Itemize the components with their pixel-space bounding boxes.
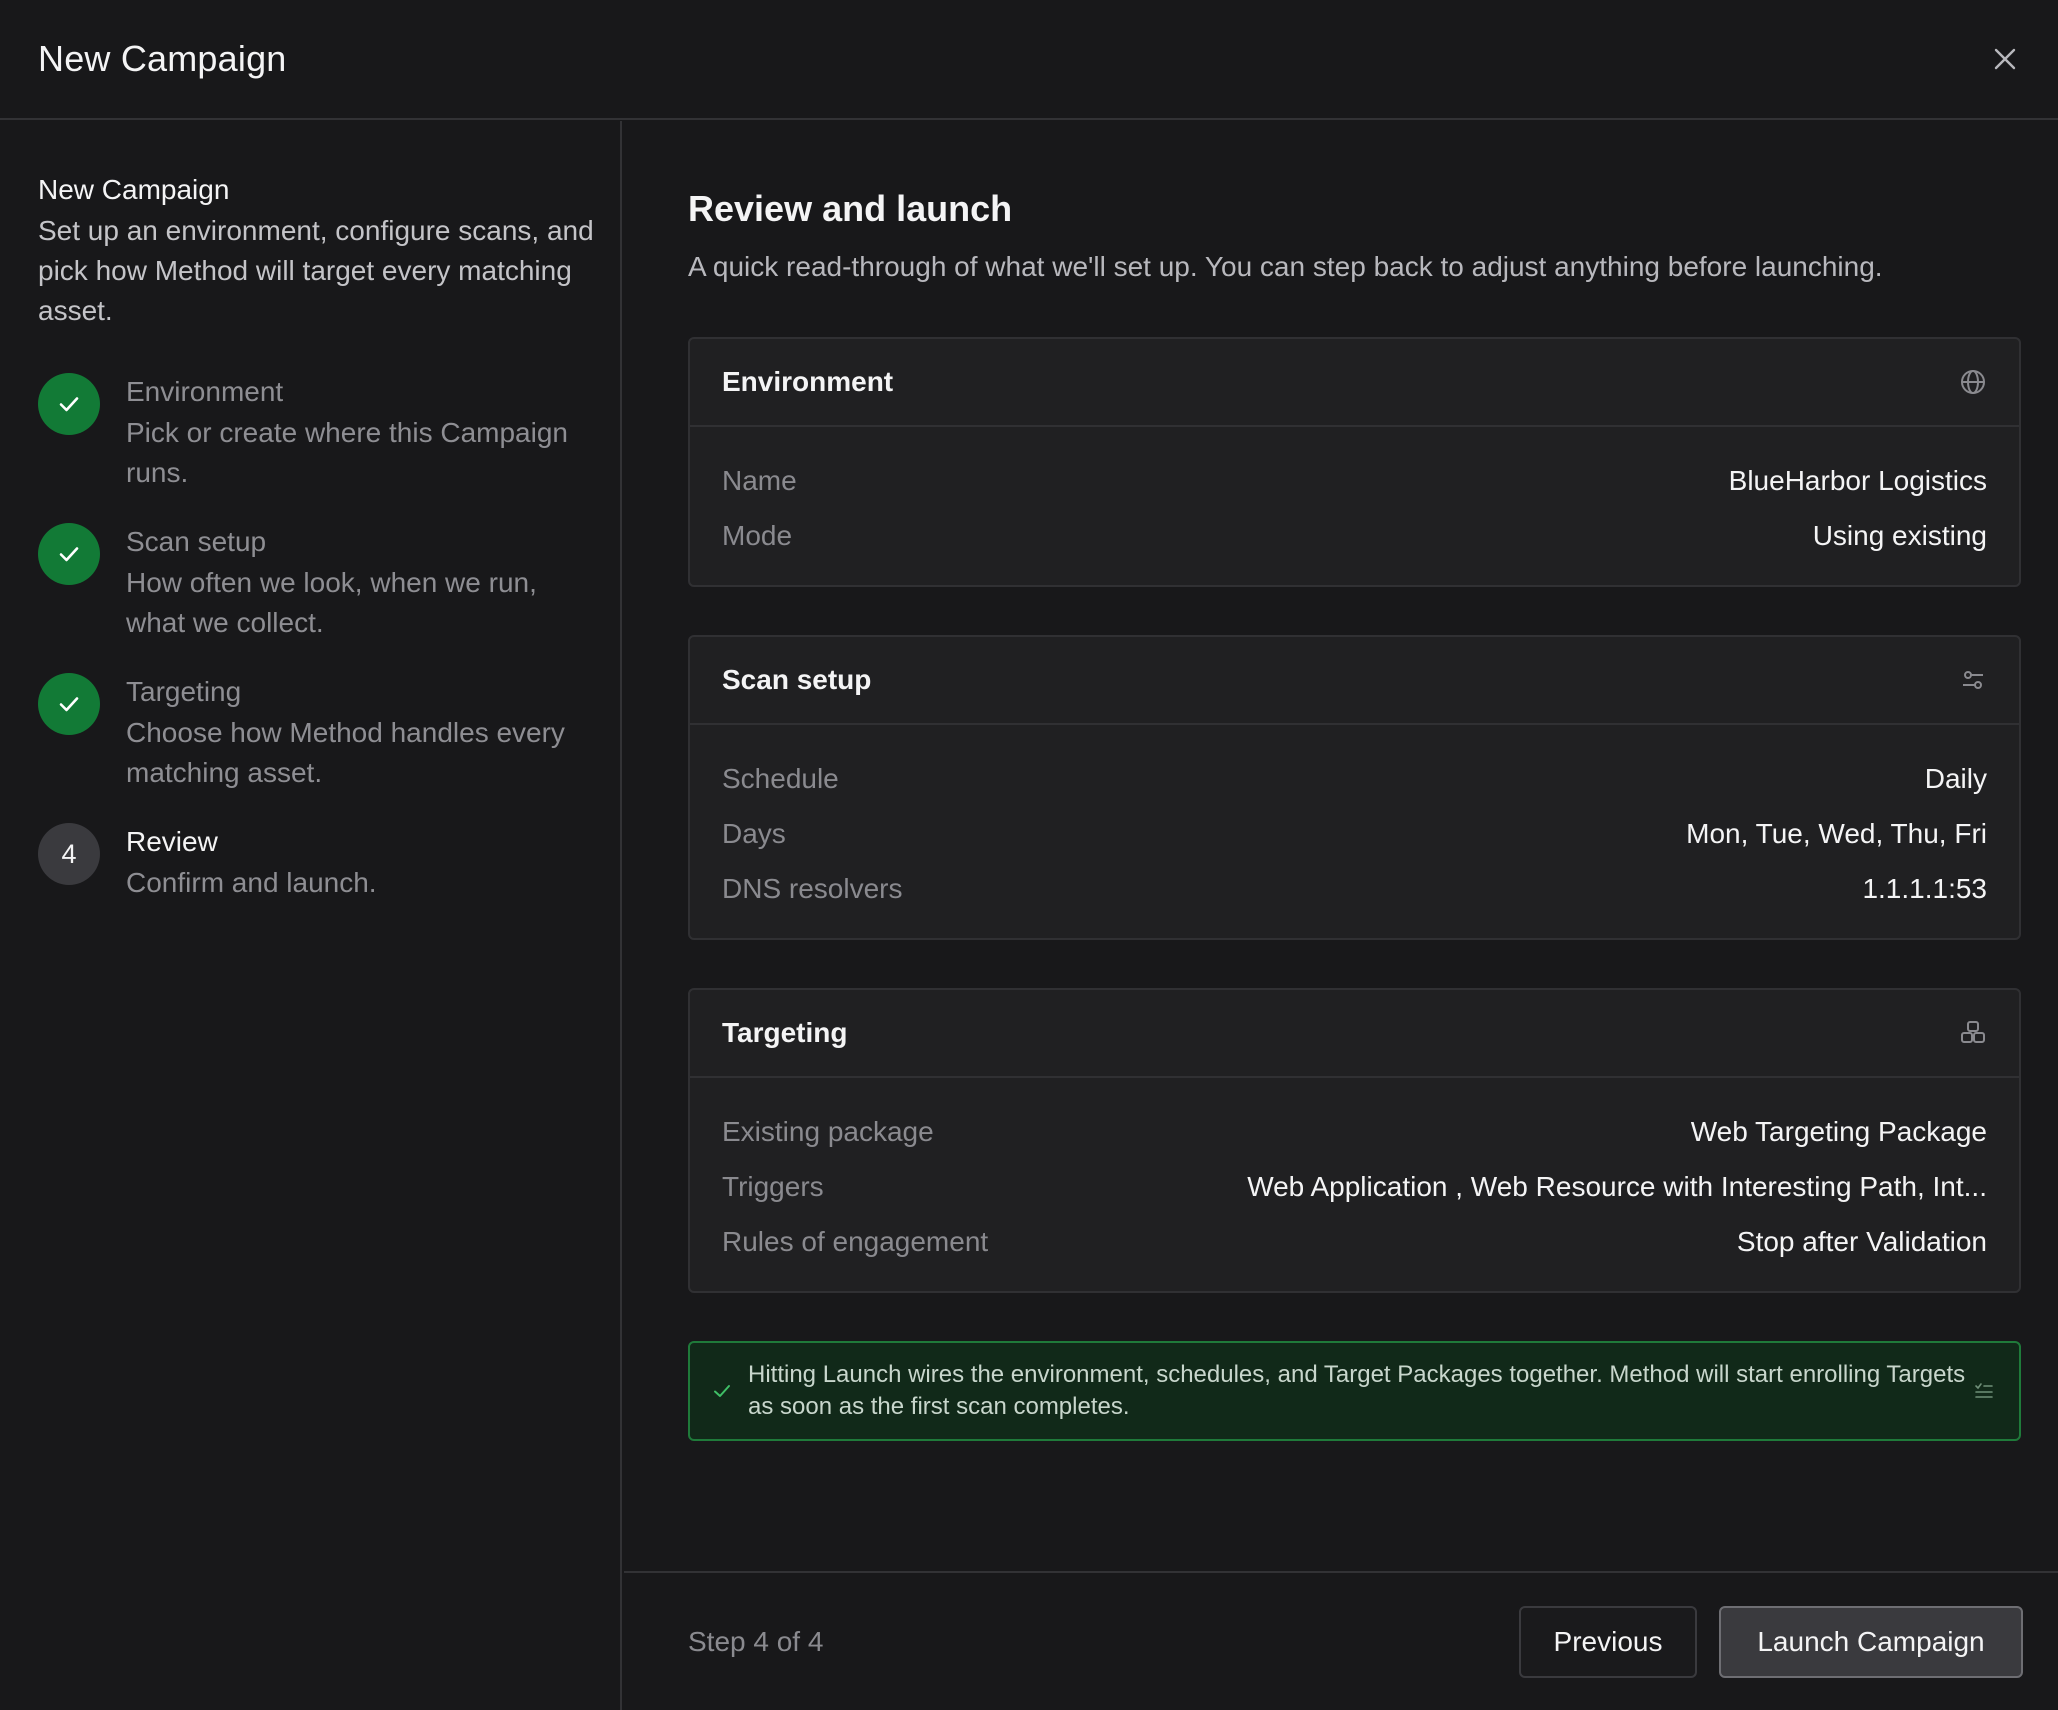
row-value: Web Application , Web Resource with Inte… xyxy=(1247,1170,1987,1202)
step-title: Review xyxy=(126,826,218,857)
card-title: Scan setup xyxy=(722,664,872,695)
step-scan-setup[interactable]: Scan setup How often we look, when we ru… xyxy=(38,523,582,643)
summary-row: Schedule Daily xyxy=(722,751,1987,806)
summary-row: Rules of engagement Stop after Validatio… xyxy=(722,1214,1987,1269)
dialog-footer: Step 4 of 4 Previous Launch Campaign xyxy=(624,1571,2058,1710)
row-value: Mon, Tue, Wed, Thu, Fri xyxy=(1686,817,1987,849)
list-check-icon xyxy=(1975,1383,1993,1398)
new-campaign-dialog: New Campaign New Campaign Set up an envi… xyxy=(0,0,2058,1710)
close-button[interactable] xyxy=(1980,34,2030,84)
card-title: Targeting xyxy=(722,1017,848,1048)
dialog-title: New Campaign xyxy=(38,38,287,79)
notice-text: Hitting Launch wires the environment, sc… xyxy=(748,1361,1966,1420)
row-label: Mode xyxy=(722,519,793,551)
launch-campaign-button[interactable]: Launch Campaign xyxy=(1719,1605,2023,1678)
summary-row: Mode Using existing xyxy=(722,508,1987,563)
globe-icon xyxy=(1961,370,1985,394)
row-value: Web Targeting Package xyxy=(1690,1115,1987,1147)
row-label: Rules of engagement xyxy=(722,1225,989,1257)
check-icon xyxy=(714,1385,730,1397)
sidebar-description: Set up an environment, configure scans, … xyxy=(38,215,594,326)
launch-notice: Hitting Launch wires the environment, sc… xyxy=(688,1341,2021,1441)
step-description: Pick or create where this Campaign runs. xyxy=(126,417,568,488)
step-title: Scan setup xyxy=(126,526,267,557)
step-complete-indicator xyxy=(38,673,100,735)
row-label: DNS resolvers xyxy=(722,872,903,904)
sliders-icon xyxy=(1963,671,1983,689)
page-title: Review and launch xyxy=(688,188,1013,229)
check-icon xyxy=(59,697,79,712)
row-value: BlueHarbor Logistics xyxy=(1728,464,1987,496)
step-title: Environment xyxy=(126,376,284,407)
wizard-sidebar: New Campaign Set up an environment, conf… xyxy=(0,121,622,1710)
check-icon xyxy=(59,547,79,562)
step-list: Environment Pick or create where this Ca… xyxy=(38,373,582,903)
environment-summary-card: Environment Name BlueHarbor Logistics Mo… xyxy=(688,337,2021,587)
step-targeting[interactable]: Targeting Choose how Method handles ever… xyxy=(38,673,582,793)
sidebar-title: New Campaign xyxy=(38,174,230,205)
summary-row: Triggers Web Application , Web Resource … xyxy=(722,1159,1987,1214)
row-value: 1.1.1.1:53 xyxy=(1862,872,1987,904)
step-description: Choose how Method handles every matching… xyxy=(126,717,565,788)
row-label: Schedule xyxy=(722,762,839,794)
card-title: Environment xyxy=(722,366,894,397)
dialog-header: New Campaign xyxy=(0,0,2058,120)
row-label: Days xyxy=(722,817,786,849)
step-title: Targeting xyxy=(126,676,242,707)
previous-button[interactable]: Previous xyxy=(1519,1605,1697,1678)
targeting-summary-card: Targeting Existing package Web Targeting… xyxy=(688,988,2021,1293)
summary-row: DNS resolvers 1.1.1.1:53 xyxy=(722,861,1987,916)
step-description: Confirm and launch. xyxy=(126,867,377,898)
summary-row: Days Mon, Tue, Wed, Thu, Fri xyxy=(722,806,1987,861)
row-value: Using existing xyxy=(1812,519,1987,551)
boxes-icon xyxy=(1961,1021,1985,1043)
step-number-badge: 4 xyxy=(38,823,100,885)
step-description: How often we look, when we run, what we … xyxy=(126,567,537,638)
row-value: Stop after Validation xyxy=(1736,1225,1987,1257)
summary-row: Existing package Web Targeting Package xyxy=(722,1104,1987,1159)
step-complete-indicator xyxy=(38,523,100,585)
check-icon xyxy=(59,397,79,412)
row-label: Triggers xyxy=(722,1170,824,1202)
close-icon xyxy=(1994,48,2016,70)
row-label: Existing package xyxy=(722,1115,934,1147)
step-environment[interactable]: Environment Pick or create where this Ca… xyxy=(38,373,582,493)
page-subtitle: A quick read-through of what we'll set u… xyxy=(688,251,1883,282)
step-complete-indicator xyxy=(38,373,100,435)
review-panel: Review and launch A quick read-through o… xyxy=(624,121,2058,1710)
row-value: Daily xyxy=(1924,762,1987,794)
scan-setup-summary-card: Scan setup Schedule Daily Days Mon, Tue,… xyxy=(688,635,2021,940)
row-label: Name xyxy=(722,464,797,496)
step-counter: Step 4 of 4 xyxy=(688,1625,824,1657)
summary-row: Name BlueHarbor Logistics xyxy=(722,453,1987,508)
step-review[interactable]: 4 Review Confirm and launch. xyxy=(38,823,582,903)
